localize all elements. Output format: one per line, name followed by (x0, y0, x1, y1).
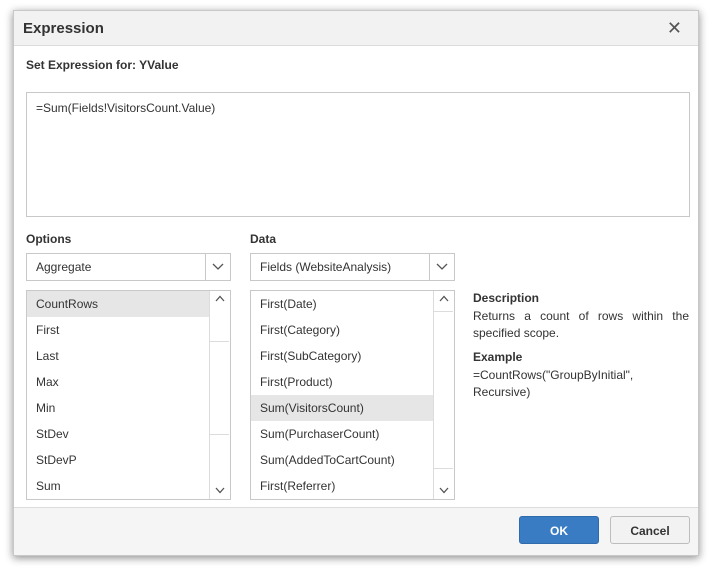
data-list-item[interactable]: First(Referrer) (251, 473, 433, 499)
data-list-item[interactable]: First(Date) (251, 291, 433, 317)
data-scrollbar[interactable] (433, 291, 454, 499)
data-list-item[interactable]: Sum(VisitorsCount) (251, 395, 433, 421)
chevron-down-icon[interactable] (434, 483, 454, 499)
chevron-up-icon[interactable] (210, 291, 230, 307)
data-dropdown[interactable]: Fields (WebsiteAnalysis) (250, 253, 455, 281)
options-label: Options (26, 232, 72, 246)
options-scroll-thumb[interactable] (210, 341, 229, 435)
data-scroll-thumb[interactable] (434, 311, 453, 469)
chevron-up-icon[interactable] (434, 291, 454, 307)
data-list-item[interactable]: First(SubCategory) (251, 343, 433, 369)
dialog-footer: OK Cancel (14, 507, 698, 555)
data-items: First(Date) First(Category) First(SubCateg… (251, 291, 433, 499)
data-list-item[interactable]: First(Category) (251, 317, 433, 343)
dialog-title: Expression (23, 20, 104, 37)
options-list-item[interactable]: Min (27, 395, 209, 421)
options-list-item[interactable]: First (27, 317, 209, 343)
chevron-down-icon[interactable] (429, 254, 454, 280)
data-label: Data (250, 232, 277, 246)
data-dropdown-value: Fields (WebsiteAnalysis) (260, 260, 392, 274)
chevron-down-icon[interactable] (210, 483, 230, 499)
chevron-down-icon[interactable] (205, 254, 230, 280)
options-list-item[interactable]: Max (27, 369, 209, 395)
example-text: =CountRows("GroupByInitial", Recursive) (473, 368, 634, 399)
data-list-item[interactable]: Sum(AddedToCartCount) (251, 447, 433, 473)
options-scrollbar[interactable] (209, 291, 230, 499)
options-list-item[interactable]: StDevP (27, 447, 209, 473)
close-icon[interactable]: ✕ (667, 19, 682, 37)
expression-dialog: Expression ✕ Set Expression for: YValue … (13, 10, 699, 556)
options-items: CountRows First Last Max Min StDev StDevP Sum (27, 291, 209, 499)
cancel-button[interactable]: Cancel (610, 516, 690, 544)
example-heading: Example (473, 350, 523, 364)
data-list[interactable]: First(Date) First(Category) First(SubCateg… (250, 290, 455, 500)
dialog-titlebar: Expression ✕ (14, 11, 698, 46)
options-list-item[interactable]: Last (27, 343, 209, 369)
options-list-item[interactable]: StDev (27, 421, 209, 447)
data-list-item[interactable]: First(Product) (251, 369, 433, 395)
options-list[interactable]: CountRows First Last Max Min StDev StDevP Sum (26, 290, 231, 500)
expression-target-label: Set Expression for: YValue (26, 58, 179, 72)
data-list-item[interactable]: Sum(PurchaserCount) (251, 421, 433, 447)
options-dropdown[interactable]: Aggregate (26, 253, 231, 281)
ok-button[interactable]: OK (519, 516, 599, 544)
options-dropdown-value: Aggregate (36, 260, 92, 274)
options-list-item[interactable]: CountRows (27, 291, 209, 317)
description-text: Returns a count of rows within the speci… (473, 309, 689, 340)
expression-editor[interactable]: =Sum(Fields!VisitorsCount.Value) (26, 92, 690, 217)
description-heading: Description (473, 291, 540, 305)
options-list-item[interactable]: Sum (27, 473, 209, 499)
